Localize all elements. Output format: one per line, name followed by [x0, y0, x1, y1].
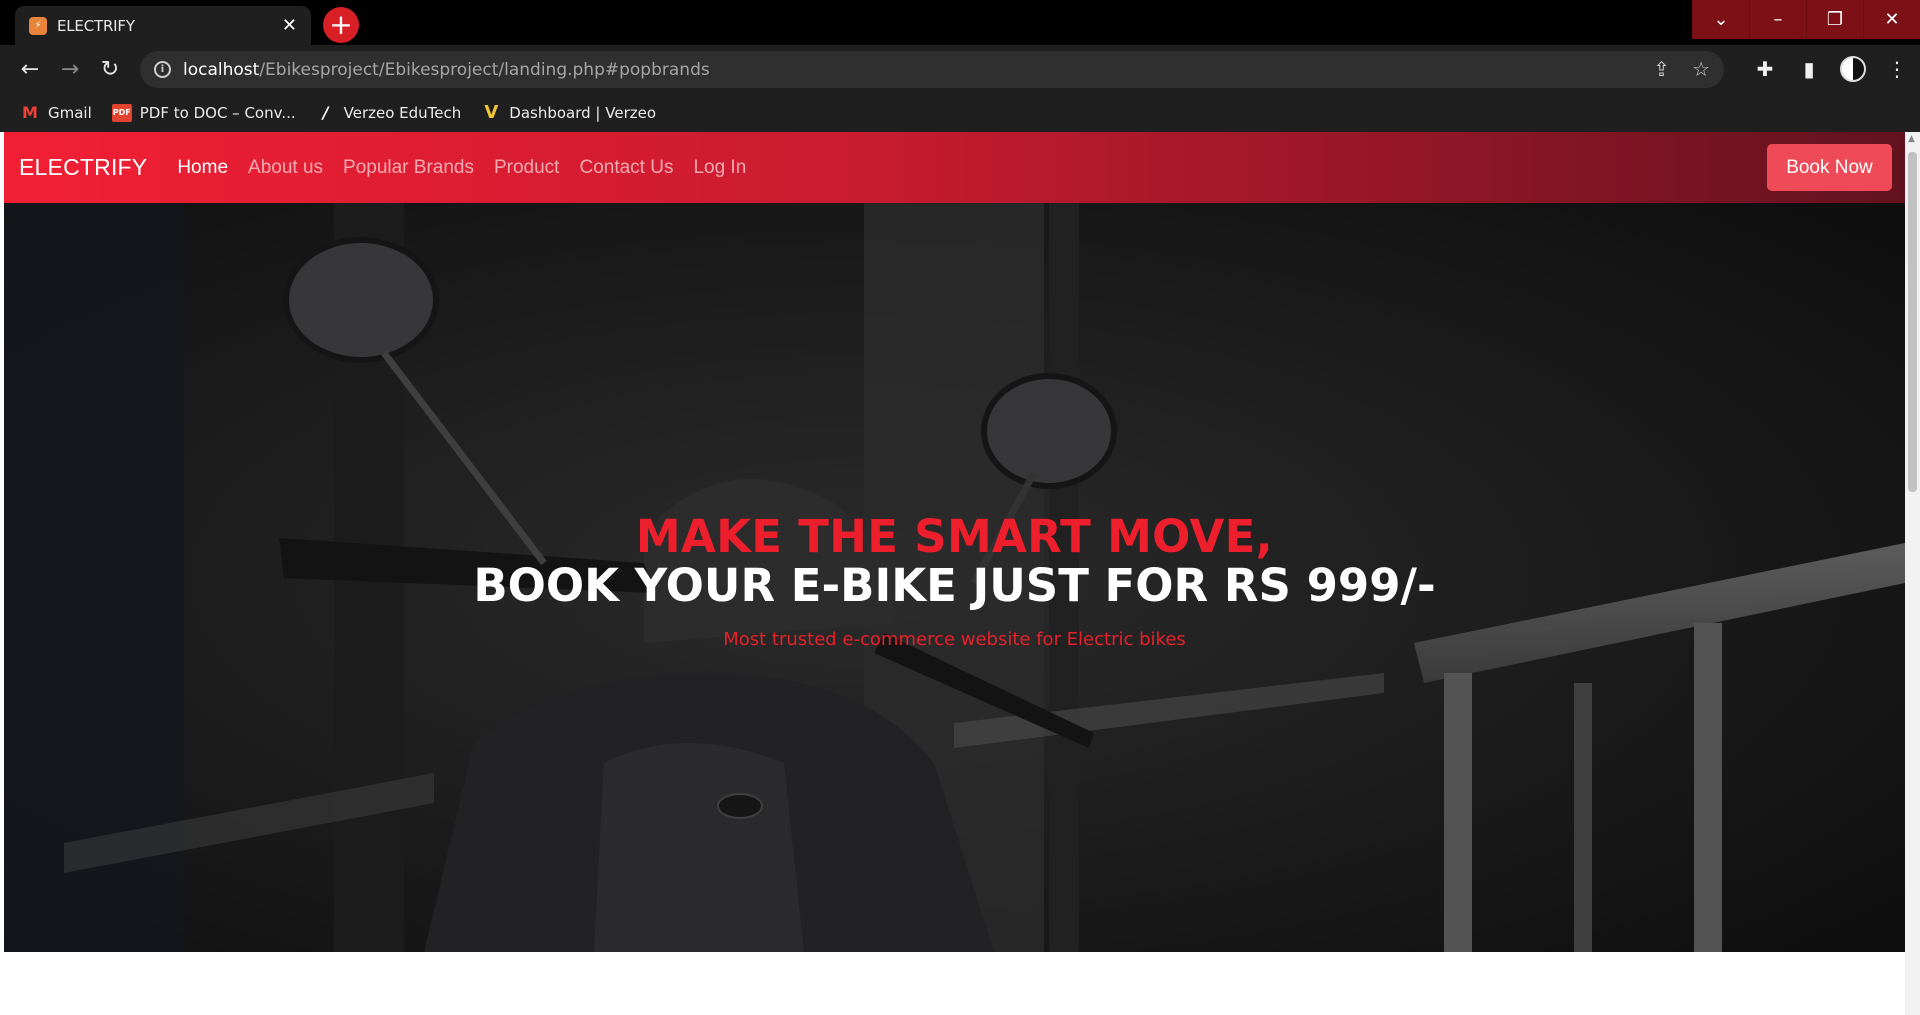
- hero-headline-white: BOOK YOUR E-BIKE JUST FOR RS 999/-: [473, 559, 1436, 612]
- bookmark-label: Dashboard | Verzeo: [509, 103, 657, 122]
- pdf-icon: PDF: [111, 103, 132, 122]
- book-now-button[interactable]: Book Now: [1767, 144, 1892, 191]
- close-tab-icon[interactable]: ✕: [282, 15, 297, 36]
- scrollbar-thumb[interactable]: [1908, 152, 1917, 492]
- minimize-icon[interactable]: –: [1749, 0, 1806, 39]
- nav-about[interactable]: About us: [248, 157, 323, 179]
- url-host: localhost: [183, 59, 260, 80]
- share-icon[interactable]: ⇪: [1653, 57, 1670, 81]
- browser-toolbar: ← → ↻ i localhost/Ebikesproject/Ebikespr…: [0, 45, 1920, 93]
- site-info-icon[interactable]: i: [154, 61, 171, 78]
- extensions-puzzle-icon[interactable]: ✚: [1752, 53, 1778, 85]
- bookmark-label: PDF to DOC – Conv...: [139, 103, 296, 122]
- gmail-icon: M: [22, 103, 38, 122]
- tab-title: ELECTRIFY: [57, 16, 135, 35]
- profile-avatar-icon[interactable]: [1840, 56, 1866, 82]
- site-navbar: ELECTRIFY Home About us Popular Brands P…: [4, 132, 1905, 203]
- bookmark-label: Verzeo EduTech: [343, 103, 462, 122]
- hero-text: MAKE THE SMART MOVE, BOOK YOUR E-BIKE JU…: [4, 203, 1905, 952]
- close-window-icon[interactable]: ✕: [1863, 0, 1920, 39]
- url-path: /Ebikesproject/Ebikesproject/landing.php…: [259, 59, 710, 80]
- bookmark-label: Gmail: [48, 103, 92, 122]
- side-panel-icon[interactable]: ▮: [1796, 53, 1822, 85]
- nav-links: Home About us Popular Brands Product Con…: [177, 157, 746, 179]
- site-brand[interactable]: ELECTRIFY: [19, 154, 147, 181]
- bookmark-pdf-to-doc[interactable]: PDF PDF to DOC – Conv...: [111, 103, 296, 122]
- browser-tab[interactable]: ⚡ ELECTRIFY ✕: [15, 6, 311, 45]
- verzeo-icon: /: [322, 103, 329, 122]
- page-scrollbar[interactable]: ▲: [1905, 132, 1920, 1015]
- nav-product[interactable]: Product: [494, 157, 559, 179]
- dashboard-icon: V: [484, 102, 499, 123]
- browser-menu-icon[interactable]: ⋮: [1884, 53, 1910, 85]
- nav-home[interactable]: Home: [177, 157, 228, 179]
- address-bar[interactable]: i localhost/Ebikesproject/Ebikesproject/…: [140, 51, 1724, 88]
- page-viewport: ELECTRIFY Home About us Popular Brands P…: [0, 132, 1920, 1015]
- back-arrow-icon[interactable]: ←: [14, 53, 46, 85]
- reload-icon[interactable]: ↻: [94, 53, 126, 85]
- hero-section: MAKE THE SMART MOVE, BOOK YOUR E-BIKE JU…: [4, 203, 1905, 952]
- bookmark-gmail[interactable]: M Gmail: [20, 103, 92, 122]
- restore-icon[interactable]: ❐: [1806, 0, 1863, 39]
- tab-search-icon[interactable]: ⌄: [1692, 0, 1749, 39]
- nav-contact[interactable]: Contact Us: [579, 157, 673, 179]
- bookmark-star-icon[interactable]: ☆: [1692, 57, 1710, 81]
- hero-headline-red: MAKE THE SMART MOVE,: [635, 510, 1274, 563]
- scroll-up-arrow-icon[interactable]: ▲: [1908, 134, 1915, 144]
- tab-strip: ⚡ ELECTRIFY ✕ + ⌄ – ❐ ✕: [0, 0, 1920, 45]
- nav-login[interactable]: Log In: [693, 157, 746, 179]
- new-tab-button[interactable]: +: [323, 7, 359, 43]
- window-controls: ⌄ – ❐ ✕: [1692, 0, 1920, 39]
- bookmark-dashboard-verzeo[interactable]: V Dashboard | Verzeo: [481, 102, 657, 123]
- bookmark-verzeo-edutech[interactable]: / Verzeo EduTech: [316, 103, 462, 122]
- hero-tagline: Most trusted e-commerce website for Elec…: [723, 629, 1186, 650]
- nav-popular-brands[interactable]: Popular Brands: [343, 157, 474, 179]
- forward-arrow-icon[interactable]: →: [54, 53, 86, 85]
- bookmarks-bar: M Gmail PDF PDF to DOC – Conv... / Verze…: [0, 93, 1920, 132]
- site-favicon-icon: ⚡: [29, 16, 47, 35]
